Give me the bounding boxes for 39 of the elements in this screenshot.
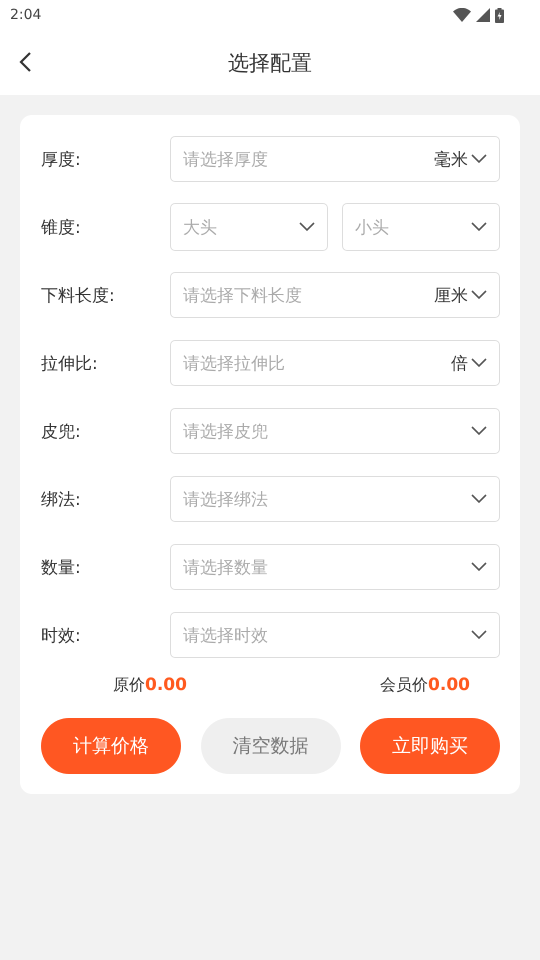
chevron-down-icon <box>471 358 487 368</box>
field-label: 数量: <box>41 556 82 578</box>
select-field[interactable]: 请选择拉伸比 倍 <box>170 340 500 386</box>
price-value: 0.00 <box>428 675 470 695</box>
select-field[interactable]: 请选择时效 <box>170 612 500 658</box>
select-field[interactable]: 大头 <box>170 203 328 251</box>
price-value: 0.00 <box>145 675 187 695</box>
action-button[interactable]: 清空数据 <box>200 718 340 774</box>
back-icon[interactable] <box>18 51 32 73</box>
chevron-down-icon <box>471 562 487 572</box>
select-field[interactable]: 请选择数量 <box>170 544 500 590</box>
chevron-down-icon <box>471 426 487 436</box>
chevron-down-icon <box>471 290 487 300</box>
field-label: 拉伸比: <box>41 352 99 374</box>
select-field[interactable]: 请选择下料长度 厘米 <box>170 272 500 318</box>
chevron-down-icon <box>471 630 487 640</box>
chevron-down-icon <box>471 154 487 164</box>
field-label: 绑法: <box>41 488 82 510</box>
field-label: 下料长度: <box>41 284 116 306</box>
page-title: 选择配置 <box>228 50 312 76</box>
chevron-down-icon <box>299 222 315 232</box>
select-field[interactable]: 小头 <box>342 203 500 251</box>
action-button[interactable]: 计算价格 <box>41 718 181 774</box>
status-time: 2:04 <box>10 7 42 23</box>
select-field[interactable]: 请选择皮兜 <box>170 408 500 454</box>
field-label: 厚度: <box>41 148 82 170</box>
signal-icon <box>476 8 490 22</box>
wifi-icon <box>453 8 471 22</box>
price-label: 原价 <box>113 675 145 696</box>
action-button[interactable]: 立即购买 <box>360 718 500 774</box>
battery-icon <box>495 8 504 22</box>
chevron-down-icon <box>471 494 487 504</box>
price-label: 会员价 <box>380 675 428 696</box>
select-field[interactable]: 请选择绑法 <box>170 476 500 522</box>
field-label: 时效: <box>41 624 82 646</box>
select-field[interactable]: 请选择厚度 毫米 <box>170 136 500 182</box>
field-label: 皮兜: <box>41 420 82 442</box>
field-label: 锥度: <box>41 216 82 238</box>
chevron-down-icon <box>471 222 487 232</box>
